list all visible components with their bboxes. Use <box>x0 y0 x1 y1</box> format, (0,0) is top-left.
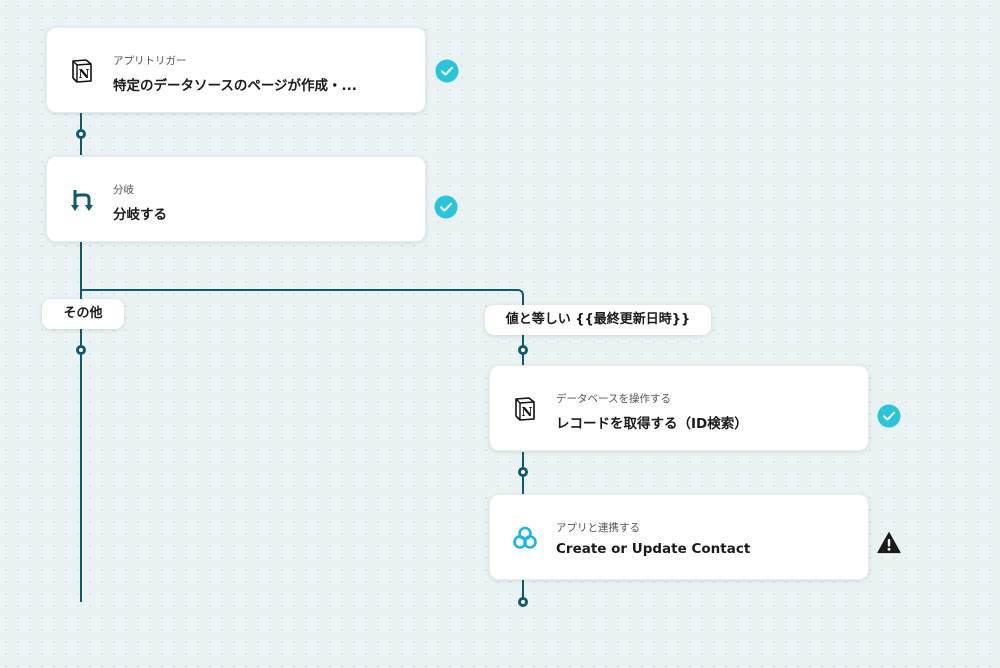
step-card-create-contact[interactable]: アプリと連携する Create or Update Contact <box>489 494 869 580</box>
step-title: 分岐する <box>113 207 167 223</box>
branch-label-other[interactable]: その他 <box>42 299 124 329</box>
step-subtitle: 分岐 <box>113 184 134 196</box>
add-step-node[interactable] <box>518 467 528 477</box>
app-integration-icon <box>513 526 537 549</box>
connector-line <box>80 242 82 602</box>
step-title: 特定のデータソースのページが作成・... <box>113 78 357 94</box>
warning-icon <box>877 532 901 554</box>
notion-icon: N <box>72 59 92 83</box>
step-subtitle: データベースを操作する <box>556 393 671 405</box>
step-title: Create or Update Contact <box>556 541 751 557</box>
success-check-icon <box>434 195 458 219</box>
step-card-trigger[interactable]: N アプリトリガー 特定のデータソースのページが作成・... <box>46 27 426 113</box>
step-subtitle: アプリと連携する <box>556 522 640 534</box>
step-title: レコードを取得する（ID検索） <box>556 416 748 432</box>
add-step-node[interactable] <box>518 597 528 607</box>
step-card-get-record[interactable]: N データベースを操作する レコードを取得する（ID検索） <box>489 365 869 451</box>
branch-icon <box>71 190 93 211</box>
success-check-icon <box>877 404 901 428</box>
branch-connector-line <box>80 289 516 291</box>
notion-icon: N <box>515 397 535 421</box>
add-step-node[interactable] <box>76 129 86 139</box>
svg-text:N: N <box>79 67 90 81</box>
add-step-node[interactable] <box>76 345 86 355</box>
flow-canvas: N アプリトリガー 特定のデータソースのページが作成・... 分岐 分岐する そ… <box>0 0 1000 668</box>
add-step-node[interactable] <box>518 345 528 355</box>
step-card-branch[interactable]: 分岐 分岐する <box>46 156 426 242</box>
branch-label-equals[interactable]: 値と等しい {{最終更新日時}} <box>485 305 711 335</box>
success-check-icon <box>435 59 459 83</box>
svg-text:N: N <box>522 405 533 419</box>
step-subtitle: アプリトリガー <box>113 55 187 67</box>
